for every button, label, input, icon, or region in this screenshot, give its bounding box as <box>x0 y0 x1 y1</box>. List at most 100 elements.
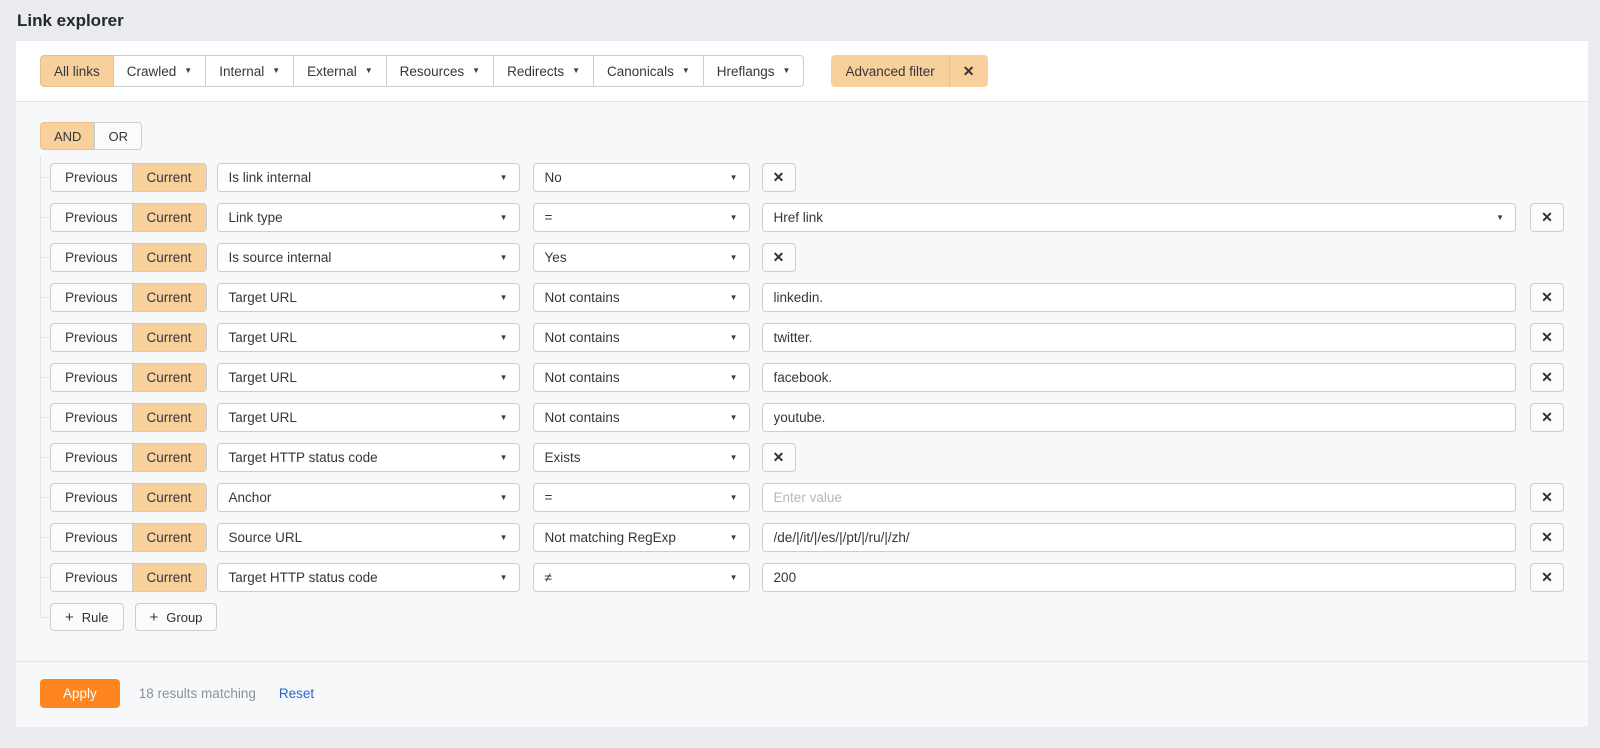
field-dropdown[interactable]: Link type ▼ <box>217 203 520 232</box>
scope-toggle: Previous Current <box>50 483 207 512</box>
add-row: + Rule + Group <box>50 603 1564 631</box>
chevron-down-icon: ▼ <box>500 574 508 582</box>
remove-rule-button[interactable]: ✕ <box>1530 363 1564 392</box>
field-dropdown[interactable]: Source URL ▼ <box>217 523 520 552</box>
value-input[interactable] <box>762 483 1516 512</box>
previous-toggle[interactable]: Previous <box>51 564 133 591</box>
filter-rule-row: Previous Current Link type ▼ = ▼ Href li… <box>50 203 1564 232</box>
field-dropdown[interactable]: Target URL ▼ <box>217 363 520 392</box>
operator-value: Not contains <box>545 290 620 305</box>
remove-rule-button[interactable]: ✕ <box>1530 323 1564 352</box>
field-dropdown[interactable]: Target URL ▼ <box>217 403 520 432</box>
remove-rule-button[interactable]: ✕ <box>1530 283 1564 312</box>
current-toggle[interactable]: Current <box>133 564 206 591</box>
reset-link[interactable]: Reset <box>279 686 314 701</box>
remove-rule-button[interactable]: ✕ <box>762 243 796 272</box>
apply-button[interactable]: Apply <box>40 679 120 708</box>
operator-dropdown[interactable]: Exists ▼ <box>533 443 750 472</box>
value-input[interactable] <box>762 323 1516 352</box>
tab-label: Canonicals <box>607 64 674 79</box>
remove-rule-button[interactable]: ✕ <box>1530 483 1564 512</box>
filter-tab-resources[interactable]: Resources ▼ <box>386 55 494 87</box>
current-toggle[interactable]: Current <box>133 284 206 311</box>
current-toggle[interactable]: Current <box>133 364 206 391</box>
operator-dropdown[interactable]: Not matching RegExp ▼ <box>533 523 750 552</box>
filter-rule-row: Previous Current Is source internal ▼ Ye… <box>50 243 1564 272</box>
filter-tab-redirects[interactable]: Redirects ▼ <box>493 55 594 87</box>
current-toggle[interactable]: Current <box>133 484 206 511</box>
operator-value: Not contains <box>545 330 620 345</box>
filter-tab-canonicals[interactable]: Canonicals ▼ <box>593 55 704 87</box>
value-input[interactable] <box>762 403 1516 432</box>
scope-toggle: Previous Current <box>50 403 207 432</box>
current-toggle[interactable]: Current <box>133 244 206 271</box>
operator-dropdown[interactable]: ≠ ▼ <box>533 563 750 592</box>
previous-toggle[interactable]: Previous <box>51 364 133 391</box>
chevron-down-icon: ▼ <box>500 374 508 382</box>
previous-toggle[interactable]: Previous <box>51 244 133 271</box>
filter-tab-external[interactable]: External ▼ <box>293 55 386 87</box>
chevron-down-icon: ▼ <box>730 374 738 382</box>
remove-rule-button[interactable]: ✕ <box>762 443 796 472</box>
value-input[interactable] <box>762 283 1516 312</box>
value-dropdown[interactable]: Href link ▼ <box>762 203 1516 232</box>
filter-rule-row: Previous Current Target HTTP status code… <box>50 443 1564 472</box>
current-toggle[interactable]: Current <box>133 204 206 231</box>
field-dropdown[interactable]: Is source internal ▼ <box>217 243 520 272</box>
current-toggle[interactable]: Current <box>133 164 206 191</box>
previous-toggle[interactable]: Previous <box>51 524 133 551</box>
field-value: Anchor <box>229 490 272 505</box>
filter-tab-all-links[interactable]: All links <box>40 55 114 87</box>
advanced-filter-button[interactable]: Advanced filter ✕ <box>831 55 987 87</box>
operator-value: Not matching RegExp <box>545 530 676 545</box>
operator-dropdown[interactable]: No ▼ <box>533 163 750 192</box>
value-input[interactable] <box>762 563 1516 592</box>
current-toggle[interactable]: Current <box>133 444 206 471</box>
advanced-filter-close-icon[interactable]: ✕ <box>950 55 988 87</box>
filter-tab-hreflangs[interactable]: Hreflangs ▼ <box>703 55 805 87</box>
add-rule-button[interactable]: + Rule <box>50 603 124 631</box>
value-input[interactable] <box>762 363 1516 392</box>
tab-label: Redirects <box>507 64 564 79</box>
add-group-button[interactable]: + Group <box>135 603 218 631</box>
scope-toggle: Previous Current <box>50 283 207 312</box>
operator-dropdown[interactable]: Yes ▼ <box>533 243 750 272</box>
current-toggle[interactable]: Current <box>133 324 206 351</box>
field-value: Target URL <box>229 330 297 345</box>
field-dropdown[interactable]: Target HTTP status code ▼ <box>217 563 520 592</box>
operator-dropdown[interactable]: Not contains ▼ <box>533 283 750 312</box>
previous-toggle[interactable]: Previous <box>51 204 133 231</box>
operator-dropdown[interactable]: Not contains ▼ <box>533 323 750 352</box>
operator-dropdown[interactable]: = ▼ <box>533 483 750 512</box>
field-dropdown[interactable]: Target URL ▼ <box>217 323 520 352</box>
and-toggle[interactable]: AND <box>40 122 94 150</box>
previous-toggle[interactable]: Previous <box>51 404 133 431</box>
filter-tab-crawled[interactable]: Crawled ▼ <box>113 55 206 87</box>
previous-toggle[interactable]: Previous <box>51 444 133 471</box>
results-count: 18 results matching <box>139 686 256 701</box>
current-toggle[interactable]: Current <box>133 524 206 551</box>
or-toggle[interactable]: OR <box>94 122 142 150</box>
field-dropdown[interactable]: Target HTTP status code ▼ <box>217 443 520 472</box>
operator-dropdown[interactable]: = ▼ <box>533 203 750 232</box>
remove-rule-button[interactable]: ✕ <box>1530 523 1564 552</box>
operator-dropdown[interactable]: Not contains ▼ <box>533 403 750 432</box>
current-toggle[interactable]: Current <box>133 404 206 431</box>
previous-toggle[interactable]: Previous <box>51 164 133 191</box>
previous-toggle[interactable]: Previous <box>51 324 133 351</box>
previous-toggle[interactable]: Previous <box>51 284 133 311</box>
remove-rule-button[interactable]: ✕ <box>1530 203 1564 232</box>
operator-value: Yes <box>545 250 567 265</box>
remove-rule-button[interactable]: ✕ <box>1530 563 1564 592</box>
remove-rule-button[interactable]: ✕ <box>1530 403 1564 432</box>
chevron-down-icon: ▼ <box>500 414 508 422</box>
field-dropdown[interactable]: Target URL ▼ <box>217 283 520 312</box>
chevron-down-icon: ▼ <box>730 334 738 342</box>
value-input[interactable] <box>762 523 1516 552</box>
remove-rule-button[interactable]: ✕ <box>762 163 796 192</box>
filter-tab-internal[interactable]: Internal ▼ <box>205 55 294 87</box>
operator-dropdown[interactable]: Not contains ▼ <box>533 363 750 392</box>
field-dropdown[interactable]: Is link internal ▼ <box>217 163 520 192</box>
previous-toggle[interactable]: Previous <box>51 484 133 511</box>
field-dropdown[interactable]: Anchor ▼ <box>217 483 520 512</box>
